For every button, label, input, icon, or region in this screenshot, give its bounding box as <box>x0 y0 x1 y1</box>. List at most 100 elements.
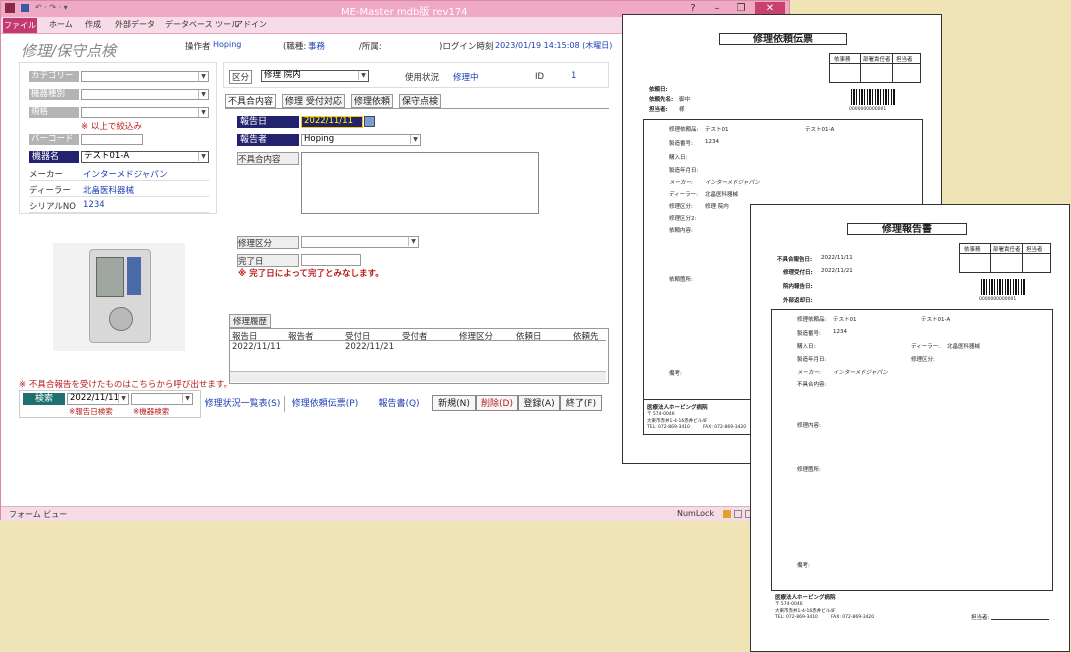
report-row-label: ディーラー: <box>911 344 940 350</box>
recall-note: ※ 不具合報告を受けたものはこちらから呼び出せます。 <box>19 380 232 390</box>
stamp-box: 依事務 部署責任者 担当者 <box>959 243 1051 273</box>
stamp-cell: 担当者 <box>1026 247 1043 253</box>
tab-repair-reception[interactable]: 修理 受付対応 <box>282 94 345 108</box>
dealer-label: ディーラー <box>29 186 71 196</box>
date-label: 不具合報告日: <box>777 257 813 263</box>
kubun-label: 区分 <box>229 70 253 84</box>
report-row-value: インターメドジャパン <box>833 370 888 376</box>
category-combo[interactable]: ▼ <box>81 71 209 82</box>
search-label: 検索 <box>23 393 65 405</box>
report-row-label: 製造年月日: <box>797 357 827 363</box>
tab-home[interactable]: ホーム <box>49 19 73 31</box>
tab-file[interactable]: ファイル <box>3 18 37 33</box>
status-list-link[interactable]: 修理状況一覧表(S) <box>201 396 285 412</box>
delete-button[interactable]: 削除(D) <box>476 395 518 411</box>
tab-database-tools[interactable]: データベース ツール <box>165 19 239 31</box>
register-button[interactable]: 登録(A) <box>518 395 560 411</box>
stamp-divider <box>990 244 991 272</box>
login-label: )ログイン時刻 <box>439 42 494 52</box>
slip-row-value: テスト01-A <box>805 127 835 133</box>
spec-combo[interactable]: ▼ <box>81 107 209 118</box>
slip-row-label: 製造年月日: <box>669 168 699 174</box>
report-row-label: 製造番号: <box>797 331 821 337</box>
dealer-value: 北畠医科器械 <box>83 186 135 196</box>
tab-defect[interactable]: 不具合内容 <box>225 94 277 108</box>
search-device-combo[interactable]: ▼ <box>131 393 193 405</box>
stamp-box: 依事務 部署責任者 担当者 <box>829 53 921 83</box>
stamp-cell: 部署責任者 <box>993 247 1021 253</box>
done-date-input[interactable] <box>301 254 361 266</box>
save-icon[interactable] <box>21 4 29 12</box>
type-combo[interactable]: ▼ <box>81 89 209 100</box>
tab-repair-request[interactable]: 修理依頼 <box>351 94 394 108</box>
barcode-input[interactable] <box>81 134 143 145</box>
chevron-down-icon: ▼ <box>182 394 192 403</box>
date-label: 外部返却日: <box>783 298 813 304</box>
undo-icon[interactable]: ↶ · ↷ · ▾ <box>35 3 68 12</box>
report-frame <box>771 309 1053 591</box>
chevron-down-icon: ▼ <box>408 237 418 246</box>
barcode-label: バーコード <box>29 134 79 145</box>
slip-row-label: 依頼内容: <box>669 228 693 234</box>
barcode-number: 0000000000001 <box>979 297 1017 302</box>
device-label: 機器名 <box>29 151 79 163</box>
done-note: ※ 完了日によって完了とみなします。 <box>238 269 384 279</box>
report-link[interactable]: 報告書(Q) <box>373 396 425 412</box>
stamp-cell: 担当者 <box>896 57 913 63</box>
slip-row-value: 1234 <box>705 139 719 145</box>
tab-addin[interactable]: アドイン <box>235 19 267 31</box>
request-date-label: 依頼日: <box>649 87 668 93</box>
report-address: 大東市赤井1-4-16赤井ビル4F <box>775 609 836 614</box>
history-cell[interactable]: 2022/11/21 <box>345 342 394 352</box>
tab-create[interactable]: 作成 <box>85 19 101 31</box>
id-label: ID <box>535 72 545 82</box>
report-row-label: 修理依頼品: <box>797 317 827 323</box>
chevron-down-icon: ▼ <box>198 108 208 117</box>
repair-kubun-label: 修理区分 <box>237 236 299 249</box>
datasheet-view-icon[interactable] <box>734 510 742 518</box>
defect-textarea[interactable] <box>301 152 539 214</box>
dept-label: /所属: <box>359 42 382 52</box>
slip-title: 修理依頼伝票 <box>719 33 847 45</box>
status-bar: フォーム ビュー NumLock <box>1 506 789 521</box>
person-label: 担当者: <box>649 107 668 113</box>
tab-maintenance[interactable]: 保守点検 <box>399 94 442 108</box>
tab-external-data[interactable]: 外部データ <box>115 19 155 31</box>
slip-row-label: ディーラー: <box>669 192 698 198</box>
reporter-combo[interactable]: Hoping ▼ <box>301 134 421 146</box>
device-combo[interactable]: テスト01-A ▼ <box>81 151 209 163</box>
slip-org: 医療法人ホーピング病院 <box>647 405 708 411</box>
history-cell[interactable]: 2022/11/11 <box>232 342 281 352</box>
report-date-input[interactable]: 2022/11/11 <box>301 116 363 128</box>
stamp-cell: 部署責任者 <box>863 57 891 63</box>
search-date-combo[interactable]: 2022/11/11 ▼ <box>67 393 129 405</box>
slip-fax: FAX: 072-869-3420 <box>703 425 747 430</box>
divider <box>29 196 209 197</box>
serial-value: 1234 <box>83 200 105 210</box>
calendar-icon[interactable] <box>364 116 375 127</box>
search-hint-date: ※報告日検索 <box>69 407 113 416</box>
stamp-divider <box>830 63 920 64</box>
request-to-suffix: 御中 <box>679 97 691 103</box>
stamp-divider <box>1022 244 1023 272</box>
repair-kubun-combo[interactable]: ▼ <box>301 236 419 248</box>
kubun-combo[interactable]: 修理 院内 ▼ <box>261 70 369 82</box>
request-slip-link[interactable]: 修理依頼伝票(P) <box>288 396 362 412</box>
new-button[interactable]: 新規(N) <box>432 395 476 411</box>
report-row-value: テスト01 <box>833 317 857 323</box>
report-row-label: 不具合内容: <box>797 382 827 388</box>
chevron-down-icon: ▼ <box>198 90 208 99</box>
horizontal-scrollbar[interactable] <box>230 371 606 382</box>
divider <box>29 212 209 213</box>
chevron-down-icon: ▼ <box>198 152 208 161</box>
device-display <box>96 257 124 297</box>
kubun-value: 修理 院内 <box>264 70 301 80</box>
serial-label: シリアルNO <box>29 202 76 212</box>
device-knob <box>109 307 133 331</box>
report-zip: 〒 574-0046 <box>775 602 803 607</box>
report-fax: FAX: 072-869-3420 <box>831 615 875 620</box>
divider <box>230 340 606 341</box>
form-view-icon[interactable] <box>723 510 731 518</box>
slip-row-label: 製造番号: <box>669 141 693 147</box>
close-form-button[interactable]: 終了(F) <box>560 395 602 411</box>
